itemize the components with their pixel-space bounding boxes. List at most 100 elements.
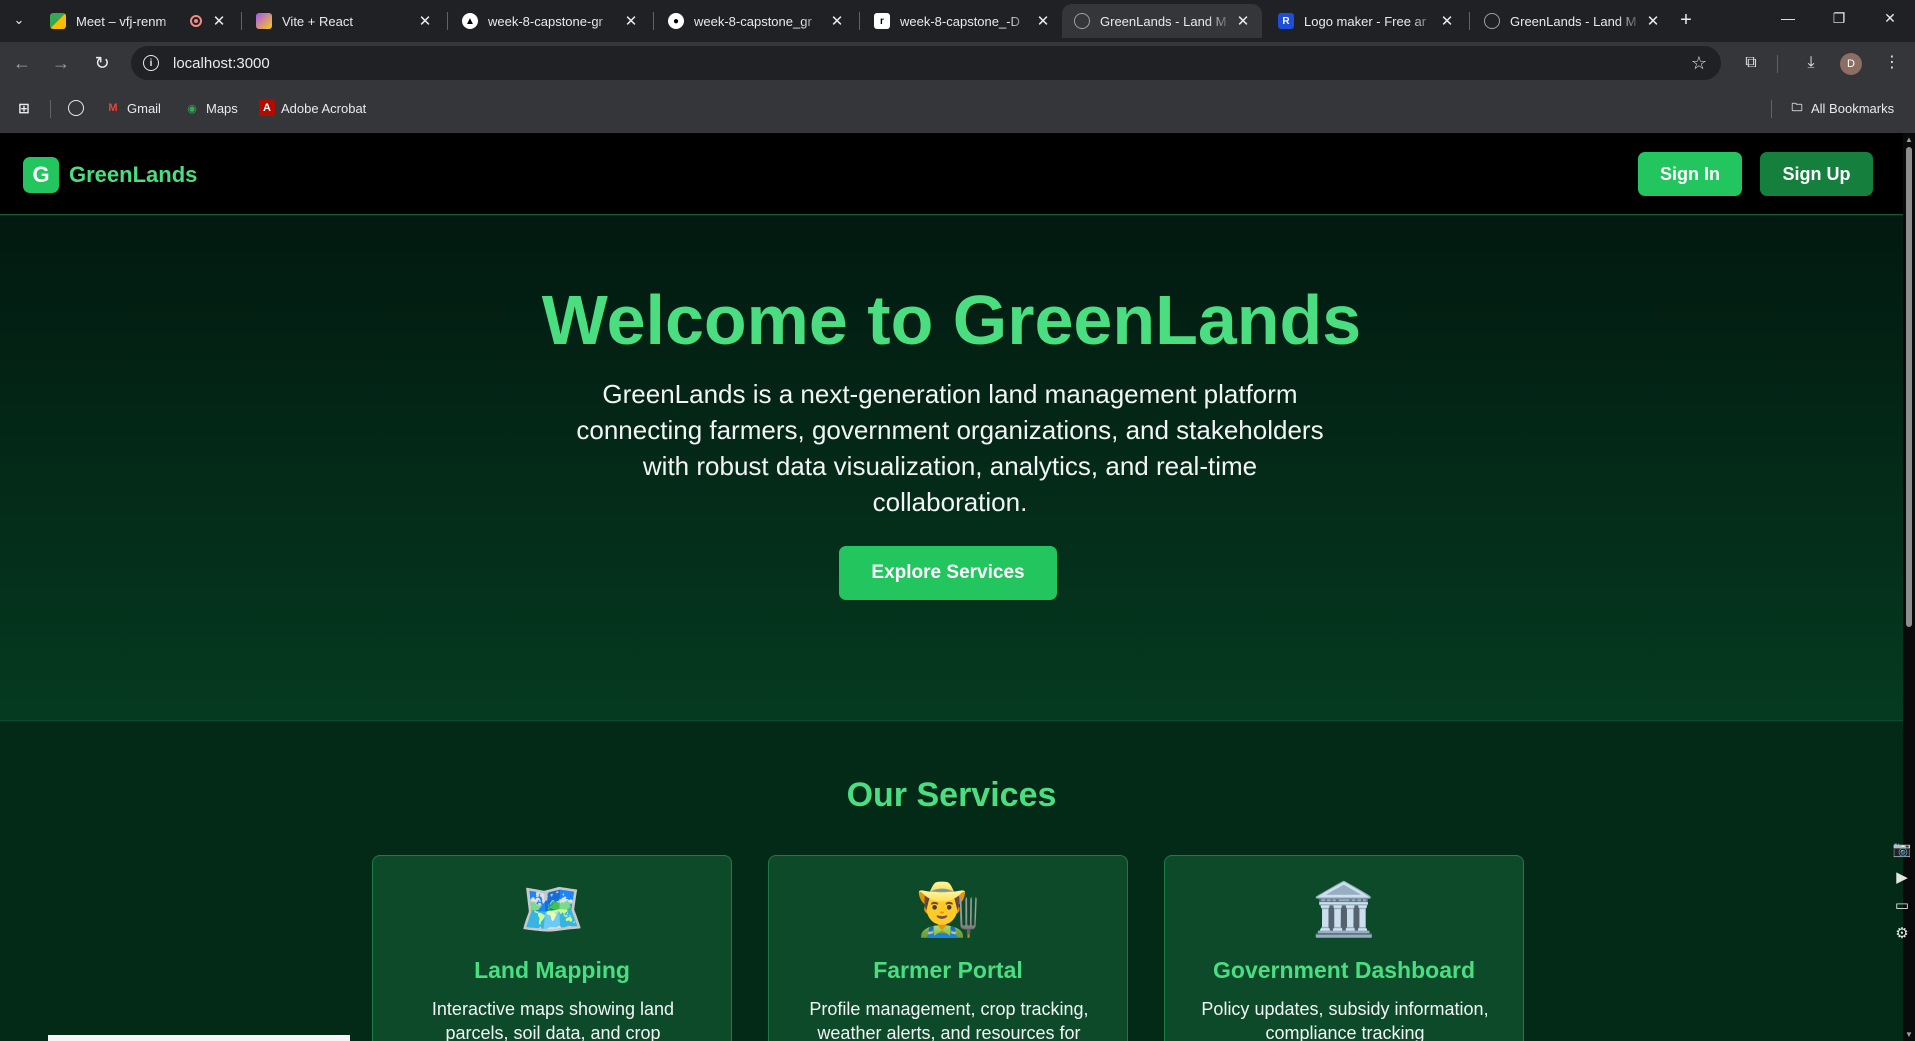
minimize-icon[interactable]: —: [1778, 10, 1798, 26]
close-tab-icon[interactable]: ✕: [1234, 12, 1252, 30]
camera-icon[interactable]: 📷: [1890, 840, 1914, 868]
tab-title: week-8-capstone-gr: [488, 13, 603, 29]
tab-greenlands-active[interactable]: GreenLands - Land M ✕: [1062, 4, 1262, 38]
page-viewport: G GreenLands Sign In Sign Up Welcome to …: [0, 133, 1903, 1041]
maps-icon: ◉: [187, 102, 197, 115]
bookmark-maps[interactable]: ◉ Maps: [184, 100, 238, 116]
close-window-icon[interactable]: ✕: [1880, 10, 1900, 27]
farmer-icon: 👨‍🌾: [915, 881, 981, 939]
tab-meet[interactable]: Meet – vfj-renm ✕: [38, 4, 238, 38]
url-text[interactable]: localhost:3000: [173, 55, 270, 72]
tab-title: Vite + React: [282, 13, 353, 29]
extensions-icon[interactable]: ⧉: [1740, 52, 1762, 74]
services-section: Our Services 🗺️ Land Mapping Interactive…: [0, 722, 1903, 1041]
scrollbar-thumb[interactable]: [1906, 147, 1912, 627]
restore-icon[interactable]: ❐: [1829, 10, 1849, 27]
bookmark-acrobat[interactable]: A Adobe Acrobat: [259, 100, 366, 116]
brand-logo[interactable]: G GreenLands: [23, 157, 197, 193]
tab-vite[interactable]: Vite + React ✕: [244, 4, 444, 38]
close-tab-icon[interactable]: ✕: [416, 12, 434, 30]
scroll-down-icon[interactable]: ▼: [1905, 1030, 1913, 1039]
tab-search-chevron-icon[interactable]: ⌄: [7, 8, 31, 32]
render-icon: r: [874, 13, 890, 29]
browser-toolbar: ← → ↻ i localhost:3000 ☆ ⧉ ⤓ D ⋮: [0, 42, 1915, 84]
hero-section: Welcome to GreenLands GreenLands is a ne…: [0, 216, 1903, 721]
close-tab-icon[interactable]: ✕: [1644, 12, 1662, 30]
new-tab-icon[interactable]: +: [1674, 9, 1698, 33]
browser-tab-strip: ⌄ Meet – vfj-renm ✕ Vite + React ✕ ▲ wee…: [0, 0, 1915, 42]
government-building-icon: 🏛️: [1311, 881, 1377, 939]
vercel-icon: ▲: [462, 13, 478, 29]
close-tab-icon[interactable]: ✕: [622, 12, 640, 30]
recording-icon: [190, 15, 202, 27]
tab-title: week-8-capstone_gr: [694, 13, 812, 29]
tab-title: GreenLands - Land M: [1100, 13, 1227, 29]
logo-icon: G: [23, 157, 59, 193]
tab-title: GreenLands - Land M: [1510, 13, 1637, 29]
close-tab-icon[interactable]: ✕: [210, 12, 228, 30]
card-description: Policy updates, subsidy information, com…: [1201, 999, 1489, 1041]
forward-icon[interactable]: →: [49, 51, 73, 75]
tab-vercel[interactable]: ▲ week-8-capstone-gr ✕: [450, 4, 650, 38]
acrobat-icon: A: [259, 100, 275, 116]
card-title: Farmer Portal: [873, 957, 1023, 983]
back-icon[interactable]: ←: [10, 51, 34, 75]
video-icon[interactable]: ▶: [1890, 868, 1914, 896]
service-card-government-dashboard[interactable]: 🏛️ Government Dashboard Policy updates, …: [1164, 855, 1524, 1041]
folder-icon: 🗀: [1791, 101, 1803, 114]
tab-greenlands-2[interactable]: GreenLands - Land M ✕: [1472, 4, 1672, 38]
close-tab-icon[interactable]: ✕: [1034, 12, 1052, 30]
card-title: Government Dashboard: [1213, 957, 1475, 983]
logo-maker-icon: R: [1278, 13, 1294, 29]
meet-icon: [50, 13, 66, 29]
brand-name: GreenLands: [69, 162, 198, 187]
sign-in-button[interactable]: Sign In: [1638, 152, 1742, 196]
map-icon: 🗺️: [519, 881, 585, 939]
tab-title: Meet – vfj-renm: [76, 13, 167, 29]
bookmark-label: Adobe Acrobat: [281, 100, 367, 116]
tab-render[interactable]: r week-8-capstone_-D ✕: [862, 4, 1062, 38]
apps-grid-icon[interactable]: ⊞: [16, 100, 38, 116]
floating-tools: 📷 ▶ ▭ ⚙: [1890, 840, 1914, 952]
close-tab-icon[interactable]: ✕: [828, 12, 846, 30]
github-icon: ●: [668, 13, 684, 29]
bookmark-label: Gmail: [127, 100, 161, 116]
tab-github[interactable]: ● week-8-capstone_gr ✕: [656, 4, 856, 38]
bookmark-label: Maps: [206, 100, 238, 116]
service-card-land-mapping[interactable]: 🗺️ Land Mapping Interactive maps showing…: [372, 855, 732, 1041]
window-icon[interactable]: ▭: [1890, 896, 1914, 924]
tab-logo-maker[interactable]: R Logo maker - Free ar ✕: [1266, 4, 1466, 38]
all-bookmarks-label: All Bookmarks: [1811, 100, 1895, 116]
card-title: Land Mapping: [474, 957, 630, 983]
reload-icon[interactable]: ↻: [90, 51, 114, 75]
tab-title: Logo maker - Free ar: [1304, 13, 1427, 29]
kebab-menu-icon[interactable]: ⋮: [1881, 52, 1903, 74]
address-bar[interactable]: i localhost:3000 ☆: [131, 46, 1721, 80]
service-card-farmer-portal[interactable]: 👨‍🌾 Farmer Portal Profile management, cr…: [768, 855, 1128, 1041]
globe-icon: [1484, 13, 1500, 29]
gmail-icon: M: [108, 102, 118, 114]
download-icon[interactable]: ⤓: [1800, 52, 1822, 74]
globe-icon: [1074, 13, 1090, 29]
bookmarks-bar: ⊞ M Gmail ◉ Maps A Adobe Acrobat 🗀 All B…: [0, 84, 1915, 133]
all-bookmarks[interactable]: 🗀 All Bookmarks: [1789, 100, 1895, 116]
bookmark-gmail[interactable]: M Gmail: [105, 100, 161, 116]
hero-title: Welcome to GreenLands: [541, 281, 1362, 359]
tab-title: week-8-capstone_-D: [900, 13, 1020, 29]
explore-services-button[interactable]: Explore Services: [839, 546, 1057, 600]
card-description: Interactive maps showing land parcels, s…: [431, 999, 675, 1041]
avatar[interactable]: D: [1840, 53, 1862, 75]
site-navbar: G GreenLands Sign In Sign Up: [0, 133, 1903, 215]
site-info-icon[interactable]: i: [143, 55, 159, 71]
scroll-up-icon[interactable]: ▲: [1905, 135, 1913, 144]
taskbar-preview-strip: [48, 1035, 350, 1041]
close-tab-icon[interactable]: ✕: [1438, 12, 1456, 30]
bookmark-star-icon[interactable]: ☆: [1691, 53, 1707, 74]
settings-gear-icon[interactable]: ⚙: [1890, 924, 1914, 952]
card-description: Profile management, crop tracking, weath…: [809, 999, 1089, 1041]
vite-icon: [256, 13, 272, 29]
hero-description: GreenLands is a next-generation land man…: [576, 379, 1324, 517]
chrome-web-icon[interactable]: [68, 100, 90, 116]
services-title: Our Services: [846, 776, 1057, 814]
sign-up-button[interactable]: Sign Up: [1760, 152, 1873, 196]
